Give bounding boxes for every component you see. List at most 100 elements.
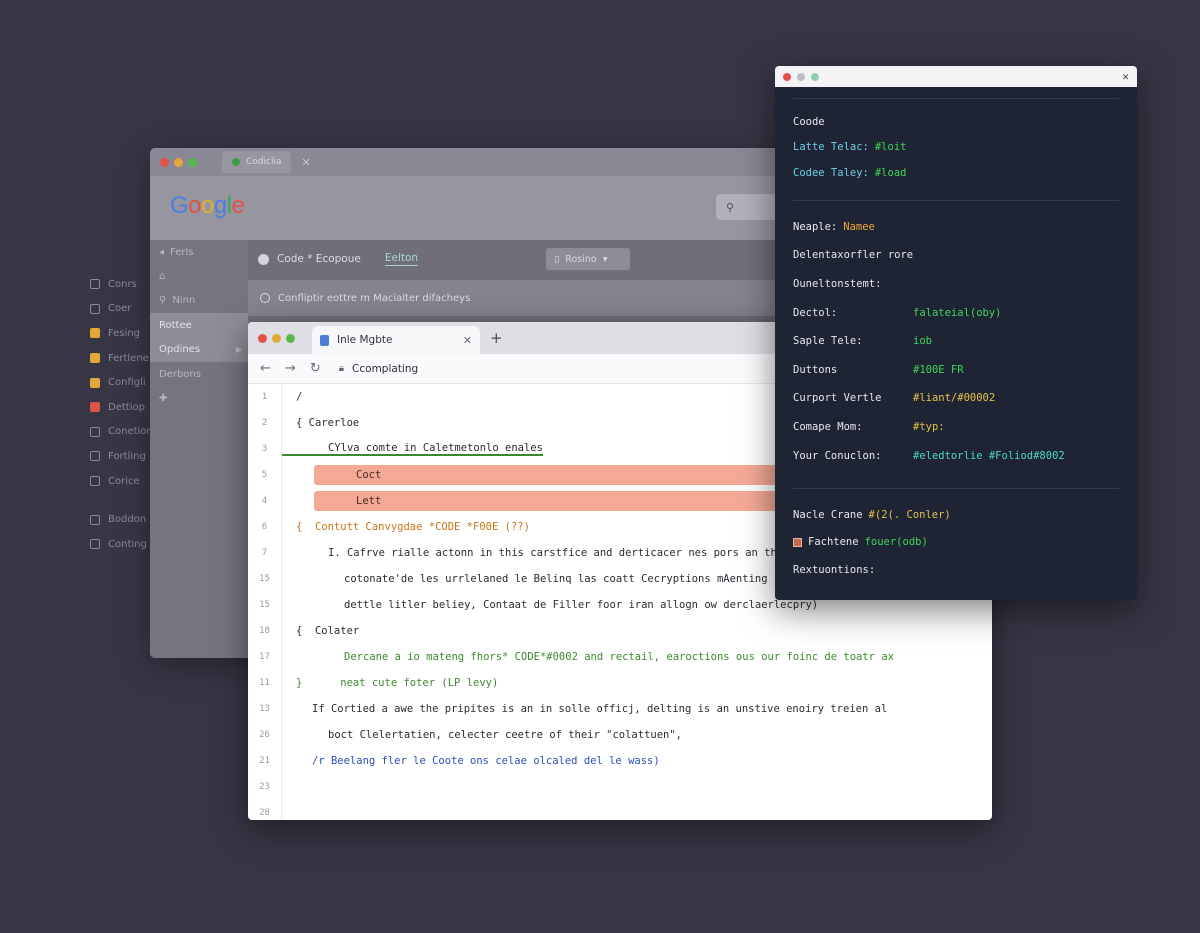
pin-icon: ⚲	[159, 295, 167, 307]
line-number: 15	[248, 592, 282, 618]
back-sidebar-item[interactable]: ⚲ Ninn	[150, 289, 248, 313]
inspector-row: Your Conuclon: #eledtorlie #Foliod#8002	[793, 441, 1119, 470]
inspector-value: #eledtorlie #Foliod#8002	[913, 449, 1065, 462]
inspector-value: iob	[913, 335, 932, 348]
close-tab-icon[interactable]: ✕	[463, 334, 472, 347]
code-text: boct Clelertatien, celecter ceetre of th…	[328, 729, 683, 741]
list-item-icon	[90, 476, 100, 487]
minimize-dot-icon[interactable]	[797, 72, 805, 81]
inspector-row: Neaple: Namee	[793, 213, 1119, 242]
maximize-dot-icon[interactable]	[811, 72, 819, 81]
inspector-key: Latte Telac:	[793, 141, 869, 154]
code-inspector-window: ✕ Coode Latte Telac: #loit Codee Taley: #loa…	[775, 66, 1137, 600]
inspector-row: Codee Taley: #load	[793, 160, 1119, 186]
line-number: 11	[248, 670, 282, 696]
front-tab-label: Inle Mgbte	[337, 334, 393, 346]
list-item-icon	[90, 539, 100, 550]
google-logo-letter: o	[188, 192, 202, 219]
google-logo-letter: e	[231, 192, 245, 219]
inspector-row: Delentaxorfler rore	[793, 241, 1119, 270]
inspector-key: Curport Vertle	[793, 392, 882, 405]
inspector-row: Fachtene fouer(odb)	[793, 528, 1119, 556]
close-icon[interactable]: ✕	[1122, 70, 1129, 83]
edit-tab[interactable]: Eelton	[384, 252, 419, 266]
inspector-row: Curport Vertle #liant/#00002	[793, 384, 1119, 413]
close-dot-icon[interactable]	[783, 72, 791, 81]
back-sidebar-item[interactable]: ◂ Ferls	[150, 240, 248, 264]
back-header: Google ⚲	[150, 176, 790, 240]
back-sidebar-label: Derbons	[159, 368, 201, 380]
close-dot-icon[interactable]	[160, 157, 169, 167]
inspector-row: Ouneltonstemt:	[793, 270, 1119, 299]
code-text: { Contutt Canvygdae *CODE *F00E (??)	[296, 521, 530, 533]
code-text: dettle litler beliey, Contaat de Filler …	[344, 599, 819, 611]
back-tab-label: Codiclia	[246, 157, 282, 167]
line-number: 5	[248, 462, 282, 488]
line-number: 7	[248, 540, 282, 566]
inspector-value: #typ:	[913, 420, 945, 433]
inspector-key: Rextuontions:	[793, 563, 876, 576]
code-text: If Cortied a awe the pripites is an in s…	[312, 703, 888, 715]
lock-icon: 🔒︎	[338, 363, 345, 374]
dropdown-label: Rosino	[565, 253, 597, 265]
new-tab-icon[interactable]: ✕	[301, 156, 310, 169]
maximize-dot-icon[interactable]	[286, 333, 295, 343]
front-tab[interactable]: Inle Mgbte ✕	[312, 326, 480, 354]
forward-arrow-icon[interactable]: →	[285, 361, 296, 376]
shield-icon	[320, 334, 329, 346]
line-number: 28	[248, 800, 282, 820]
maximize-dot-icon[interactable]	[188, 157, 197, 167]
code-text: cotonate'de les urrlelaned le Belinq las…	[344, 573, 768, 585]
ghost-list-label: Fortling	[108, 450, 146, 462]
arrow-left-icon: ◂	[159, 246, 165, 258]
back-toolbar-dropdown[interactable]: ▯ Rosino ▾	[546, 248, 631, 270]
line-number: 21	[248, 748, 282, 774]
back-sidebar-item[interactable]: Opdines ▶	[150, 337, 248, 362]
inspector-value: #load	[874, 166, 907, 179]
info-icon	[260, 293, 270, 303]
back-sidebar-item[interactable]: Derbons	[150, 362, 248, 386]
inspector-row: Coode	[793, 109, 1119, 135]
google-logo-letter: o	[201, 192, 214, 219]
inspector-key: Ouneltonstemt:	[793, 277, 882, 290]
chevron-right-icon: ▶	[235, 345, 242, 355]
inspector-value: #liant/#00002	[913, 392, 996, 405]
minimize-dot-icon[interactable]	[174, 157, 183, 167]
back-sidebar-item[interactable]: ✚	[150, 386, 248, 410]
back-arrow-icon[interactable]: ←	[260, 361, 271, 376]
highlighted-text: Lett	[356, 495, 382, 507]
back-search-box[interactable]: ⚲	[716, 194, 776, 220]
code-text: /	[296, 391, 303, 403]
close-dot-icon[interactable]	[258, 333, 267, 343]
back-notice-bar: Confliptir eottre m Macialter difacheys	[248, 280, 790, 316]
list-item-icon	[90, 402, 100, 413]
list-item-icon	[90, 303, 100, 314]
separator	[793, 98, 1119, 99]
back-sidebar-label: Opdines	[159, 344, 201, 356]
ghost-list-label: Conrs	[108, 278, 137, 290]
inspector-row: Comape Mom: #typ:	[793, 413, 1119, 442]
inspector-key: Saple Tele:	[793, 335, 863, 348]
address-bar[interactable]: Ccomplating	[352, 363, 418, 375]
google-logo: Google	[170, 192, 245, 220]
back-sidebar-item[interactable]: ⌂	[150, 264, 248, 288]
record-icon	[258, 253, 269, 265]
inspector-row: Saple Tele: iob	[793, 327, 1119, 356]
back-tab[interactable]: Codiclia	[222, 151, 292, 173]
list-item-icon	[90, 353, 100, 364]
inspector-key: Delentaxorfler rore	[793, 249, 914, 262]
back-sidebar-item[interactable]: Rottee	[150, 313, 248, 338]
minimize-dot-icon[interactable]	[272, 333, 281, 343]
line-number: 4	[248, 488, 282, 514]
list-item-icon	[90, 426, 100, 437]
inspector-key: Neaple:	[793, 220, 838, 233]
inspector-key: Coode	[793, 115, 825, 128]
new-tab-plus-icon[interactable]: +	[490, 329, 503, 347]
line-number: 17	[248, 644, 282, 670]
checkbox-icon[interactable]	[793, 537, 802, 547]
code-text: Dercane a io mateng fhors* CODE*#0002 an…	[344, 651, 894, 663]
reload-icon[interactable]: ↻	[310, 361, 321, 376]
separator	[793, 199, 1119, 201]
inspector-row: Latte Telac: #loit	[793, 135, 1119, 161]
back-toolbar: Code * Ecopoue Eelton ▯ Rosino ▾	[248, 240, 790, 278]
